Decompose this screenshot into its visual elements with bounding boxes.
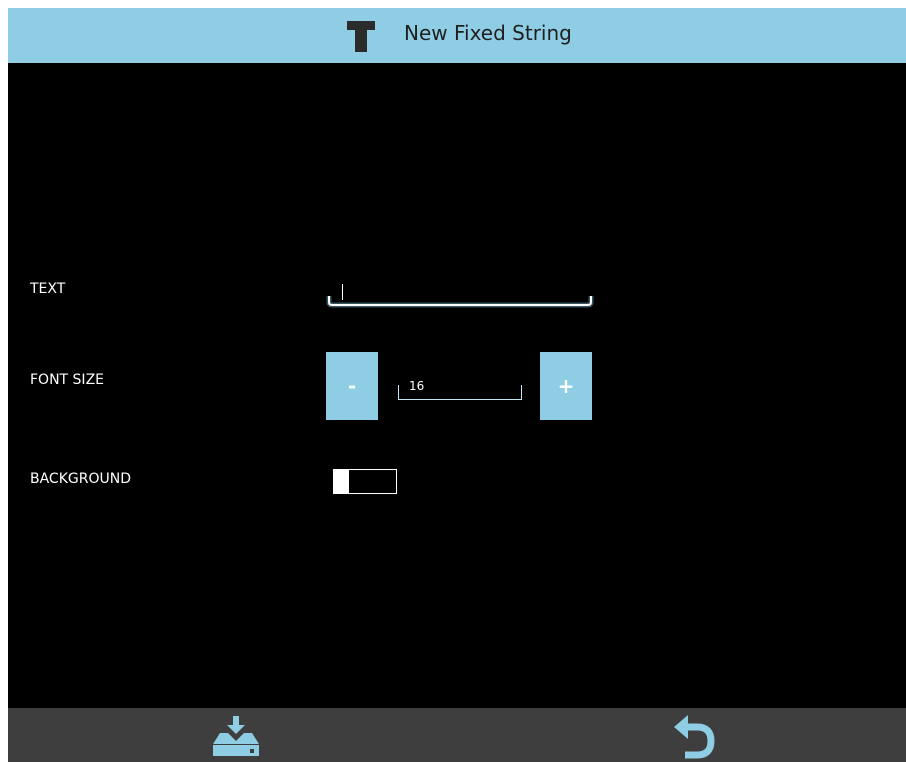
increase-font-size-button[interactable]: + xyxy=(540,352,592,420)
background-toggle[interactable] xyxy=(333,469,397,494)
text-input[interactable] xyxy=(326,284,594,310)
header-bar: New Fixed String xyxy=(8,8,906,63)
undo-button[interactable] xyxy=(663,708,723,762)
font-size-label: FONT SIZE xyxy=(30,372,104,388)
background-label: BACKGROUND xyxy=(30,471,131,487)
text-format-icon xyxy=(343,18,379,54)
font-size-input[interactable]: 16 xyxy=(398,379,522,400)
save-to-drive-icon xyxy=(213,716,259,756)
decrease-font-size-button[interactable]: - xyxy=(326,352,378,420)
fixed-string-dialog: New Fixed String TEXT FONT SIZE - 16 + B… xyxy=(8,8,906,762)
toggle-thumb xyxy=(334,470,349,493)
text-label: TEXT xyxy=(30,281,66,297)
save-button[interactable] xyxy=(206,708,266,762)
page-title: New Fixed String xyxy=(404,21,572,45)
text-input-border xyxy=(326,296,594,308)
footer-toolbar xyxy=(8,708,906,762)
undo-icon xyxy=(674,715,715,759)
font-size-value: 16 xyxy=(409,379,425,393)
